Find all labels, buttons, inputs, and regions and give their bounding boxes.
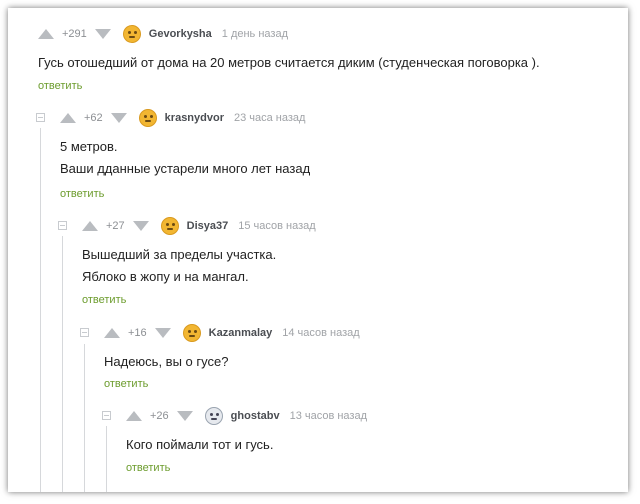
comment-time: 13 часов назад bbox=[289, 410, 368, 422]
thread-line[interactable] bbox=[84, 344, 85, 492]
collapse-thread-icon[interactable] bbox=[80, 328, 89, 337]
comment-rating: +16 bbox=[128, 327, 147, 339]
upvote-icon[interactable] bbox=[82, 221, 98, 231]
comment-time: 15 часов назад bbox=[238, 220, 316, 232]
comment-rating: +62 bbox=[84, 112, 103, 124]
upvote-icon[interactable] bbox=[60, 113, 76, 123]
comment-text-line: Надеюсь, вы о гусе? bbox=[104, 354, 229, 369]
collapse-thread-icon[interactable] bbox=[102, 411, 111, 420]
upvote-icon[interactable] bbox=[104, 328, 120, 338]
comment-author[interactable]: ghostabv bbox=[231, 410, 280, 422]
comment-author[interactable]: Disya37 bbox=[187, 220, 229, 232]
comment-rating: +26 bbox=[150, 410, 169, 422]
downvote-icon[interactable] bbox=[176, 411, 193, 421]
comment-rating: +27 bbox=[106, 220, 125, 232]
comment-time: 1 день назад bbox=[221, 28, 288, 40]
comment-text: Гусь отошедший от дома на 20 метров счит… bbox=[38, 52, 540, 74]
comment-text-line: Яблоко в жопу и на мангал. bbox=[82, 269, 249, 284]
avatar-icon[interactable] bbox=[138, 109, 157, 127]
upvote-icon[interactable] bbox=[38, 29, 54, 39]
downvote-icon[interactable] bbox=[110, 113, 127, 123]
collapse-thread-icon[interactable] bbox=[58, 221, 67, 230]
comment-author[interactable]: krasnydvor bbox=[165, 112, 224, 124]
comment-text-line: Ваши дданные устарели много лет назад bbox=[60, 161, 311, 176]
comment-text-line: Гусь отошедший от дома на 20 метров счит… bbox=[38, 55, 540, 70]
avatar-icon[interactable] bbox=[182, 324, 201, 342]
comment-rating: +291 bbox=[62, 28, 87, 40]
downvote-icon[interactable] bbox=[154, 328, 171, 338]
avatar-icon[interactable] bbox=[122, 25, 141, 43]
reply-link[interactable]: ответить bbox=[60, 188, 104, 200]
avatar-icon[interactable] bbox=[204, 407, 223, 425]
comment-author[interactable]: Gevorkysha bbox=[149, 28, 212, 40]
downvote-icon[interactable] bbox=[94, 29, 111, 39]
comment-text: Вышедший за пределы участка. Яблоко в жо… bbox=[82, 244, 276, 288]
thread-line[interactable] bbox=[40, 128, 41, 492]
comment-time: 14 часов назад bbox=[282, 327, 360, 339]
thread-line[interactable] bbox=[62, 236, 63, 492]
reply-link[interactable]: ответить bbox=[82, 294, 126, 306]
reply-link[interactable]: ответить bbox=[104, 378, 148, 390]
reply-link[interactable]: ответить bbox=[126, 462, 170, 474]
downvote-icon[interactable] bbox=[132, 221, 149, 231]
upvote-icon[interactable] bbox=[126, 411, 142, 421]
comment-text: Надеюсь, вы о гусе? bbox=[104, 351, 228, 373]
comment-text: 5 метров. Ваши дданные устарели много ле… bbox=[60, 136, 310, 180]
comment-text: Кого поймали тот и гусь. bbox=[126, 434, 273, 456]
comments-panel: +291 Gevorkysha 1 день назад Гусь отошед… bbox=[8, 8, 628, 492]
avatar-icon[interactable] bbox=[160, 217, 179, 235]
comment-text-line: Кого поймали тот и гусь. bbox=[126, 437, 274, 452]
comment-text-line: Вышедший за пределы участка. bbox=[82, 247, 277, 262]
thread-line[interactable] bbox=[106, 426, 107, 492]
comment-time: 23 часа назад bbox=[233, 112, 306, 124]
comment-author[interactable]: Kazanmalay bbox=[209, 327, 273, 339]
reply-link[interactable]: ответить bbox=[38, 80, 82, 92]
collapse-thread-icon[interactable] bbox=[36, 113, 45, 122]
comment-text-line: 5 метров. bbox=[60, 139, 118, 154]
